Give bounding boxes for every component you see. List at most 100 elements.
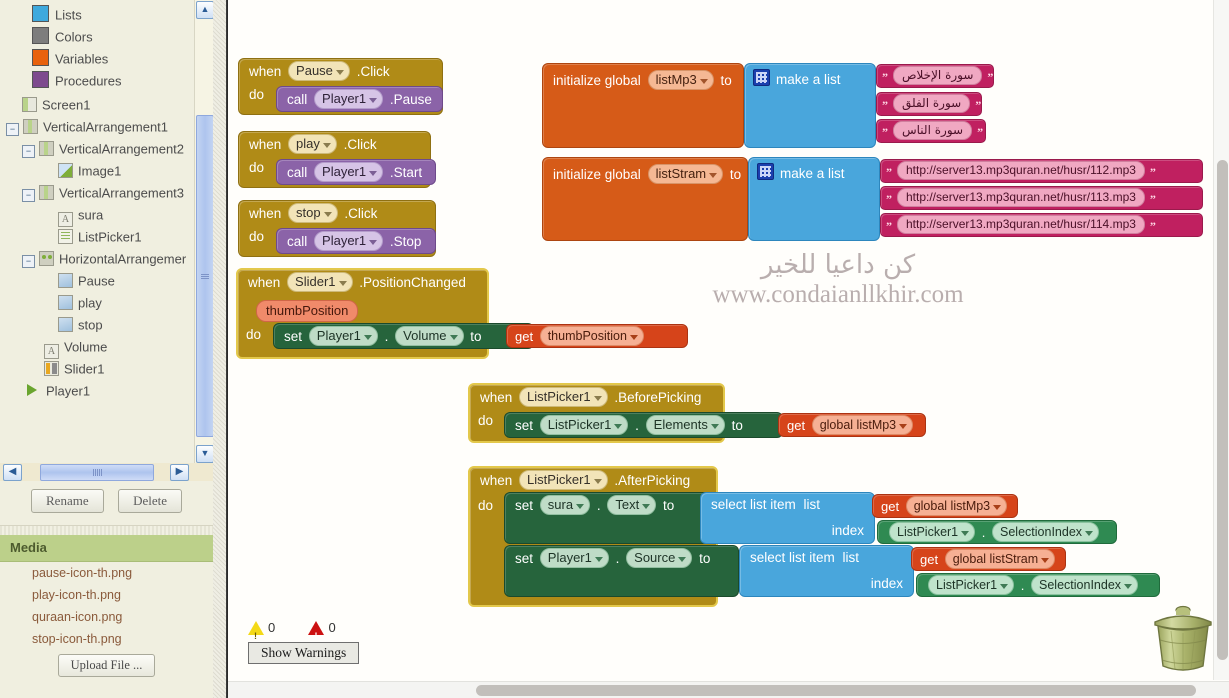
- rename-button[interactable]: Rename: [31, 489, 104, 513]
- component-dropdown[interactable]: Player1: [314, 231, 384, 251]
- media-list-item[interactable]: quraan-icon.png: [0, 606, 213, 628]
- canvas-horizontal-scrollbar[interactable]: [228, 681, 1229, 698]
- component-dropdown[interactable]: ListPicker1: [519, 387, 608, 407]
- block-get-global-listmp3-after[interactable]: get global listMp3: [872, 494, 1018, 518]
- property-dropdown[interactable]: SelectionIndex: [1031, 575, 1139, 595]
- variable-name-field[interactable]: listStram: [647, 164, 724, 184]
- scrollbar-thumb[interactable]: [476, 685, 1196, 696]
- scrollbar-thumb[interactable]: [1217, 160, 1228, 660]
- variable-dropdown[interactable]: global listMp3: [811, 415, 914, 435]
- show-warnings-button[interactable]: Show Warnings: [248, 642, 360, 664]
- block-text-url-2[interactable]: ” http://server13.mp3quran.net/husr/113.m…: [880, 186, 1203, 210]
- block-initialize-global-listmp3[interactable]: initialize global listMp3 to: [542, 63, 744, 148]
- tree-vertical-scrollbar[interactable]: ▲ ▼: [194, 0, 213, 463]
- scrollbar-thumb[interactable]: [40, 464, 154, 481]
- mutator-icon[interactable]: [757, 163, 774, 180]
- tree-item-slider1[interactable]: Slider1: [0, 358, 213, 380]
- delete-button[interactable]: Delete: [118, 489, 182, 513]
- text-value[interactable]: http://server13.mp3quran.net/husr/113.mp…: [897, 188, 1145, 207]
- block-set-listpicker1-elements[interactable]: set ListPicker1 . Elements to: [504, 412, 783, 438]
- variable-dropdown[interactable]: global listMp3: [905, 496, 1008, 516]
- block-text-sura-3[interactable]: ” سورة الناس ”: [876, 119, 986, 143]
- block-text-url-1[interactable]: ” http://server13.mp3quran.net/husr/112.m…: [880, 159, 1203, 183]
- expand-toggle-icon[interactable]: −: [22, 145, 35, 158]
- text-value[interactable]: سورة الإخلاص: [893, 66, 983, 85]
- block-call-player1-stop[interactable]: call Player1 .Stop: [276, 228, 436, 254]
- block-initialize-global-liststram[interactable]: initialize global listStram to: [542, 157, 748, 241]
- block-make-a-list-stram[interactable]: make a list: [748, 157, 880, 241]
- component-dropdown[interactable]: Player1: [314, 162, 384, 182]
- tree-item-listpicker1[interactable]: ListPicker1: [0, 226, 213, 248]
- block-text-url-3[interactable]: ” http://server13.mp3quran.net/husr/114.m…: [880, 213, 1203, 237]
- block-text-sura-1[interactable]: ” سورة الإخلاص ”: [876, 64, 994, 88]
- upload-file-button[interactable]: Upload File ...: [57, 654, 156, 677]
- tree-item-horizontalarrangement1[interactable]: − HorizontalArrangemer: [0, 248, 213, 270]
- block-set-player1-volume[interactable]: set Player1 . Volume to: [273, 323, 534, 349]
- tree-item-sura[interactable]: Asura: [0, 204, 213, 227]
- variable-dropdown[interactable]: global listStram: [944, 549, 1056, 569]
- component-dropdown[interactable]: ListPicker1: [519, 470, 608, 490]
- block-select-list-item-2[interactable]: select list item list index: [739, 545, 914, 597]
- block-select-list-item-1[interactable]: select list item list index: [700, 492, 875, 544]
- block-listpicker1-selectionindex-1[interactable]: ListPicker1 . SelectionIndex: [877, 520, 1117, 544]
- media-list-item[interactable]: pause-icon-th.png: [0, 562, 213, 584]
- component-dropdown[interactable]: Slider1: [287, 272, 353, 292]
- panel-splitter[interactable]: [213, 0, 227, 698]
- variable-name-field[interactable]: listMp3: [647, 70, 714, 90]
- property-dropdown[interactable]: Elements: [645, 415, 725, 435]
- tree-item-stop[interactable]: stop: [0, 314, 213, 336]
- expand-toggle-icon[interactable]: −: [6, 123, 19, 136]
- component-dropdown[interactable]: ListPicker1: [928, 575, 1015, 595]
- tree-item-verticalarrangement2[interactable]: − VerticalArrangement2: [0, 138, 213, 160]
- tree-item-pause[interactable]: Pause: [0, 270, 213, 292]
- palette-item-variables[interactable]: Variables: [0, 48, 213, 70]
- tree-item-verticalarrangement1[interactable]: − VerticalArrangement1: [0, 116, 213, 138]
- text-value[interactable]: http://server13.mp3quran.net/husr/114.mp…: [897, 215, 1145, 234]
- block-get-global-liststram-after[interactable]: get global listStram: [911, 547, 1066, 571]
- tree-item-image1[interactable]: Image1: [0, 160, 213, 182]
- mutator-icon[interactable]: [753, 69, 770, 86]
- block-get-global-listmp3-before[interactable]: get global listMp3: [778, 413, 926, 437]
- component-dropdown[interactable]: Player1: [314, 89, 384, 109]
- component-dropdown[interactable]: Player1: [539, 548, 609, 568]
- component-dropdown[interactable]: stop: [288, 203, 338, 223]
- component-dropdown[interactable]: Pause: [288, 61, 350, 81]
- tree-horizontal-scrollbar[interactable]: ◀ ▶: [0, 463, 213, 481]
- canvas-vertical-scrollbar[interactable]: [1213, 0, 1229, 680]
- chevron-up-icon[interactable]: ▲: [196, 1, 213, 19]
- variable-dropdown[interactable]: thumbPosition: [539, 326, 644, 346]
- block-set-player1-source[interactable]: set Player1 . Source to: [504, 545, 739, 597]
- chevron-right-icon[interactable]: ▶: [170, 464, 189, 481]
- property-dropdown[interactable]: Source: [626, 548, 693, 568]
- text-value[interactable]: http://server13.mp3quran.net/husr/112.mp…: [897, 161, 1145, 180]
- block-text-sura-2[interactable]: ” سورة الفلق ”: [876, 92, 982, 116]
- block-listpicker1-selectionindex-2[interactable]: ListPicker1 . SelectionIndex: [916, 573, 1160, 597]
- tree-item-player1[interactable]: Player1: [0, 380, 213, 402]
- scrollbar-thumb[interactable]: [196, 115, 213, 437]
- media-list-item[interactable]: stop-icon-th.png: [0, 628, 213, 650]
- palette-item-lists[interactable]: Lists: [0, 4, 213, 26]
- chevron-down-icon[interactable]: ▼: [196, 445, 213, 463]
- palette-item-procedures[interactable]: Procedures: [0, 70, 213, 92]
- block-make-a-list-mp3[interactable]: make a list: [744, 63, 876, 148]
- property-dropdown[interactable]: SelectionIndex: [992, 522, 1100, 542]
- component-dropdown[interactable]: Player1: [308, 326, 378, 346]
- component-dropdown[interactable]: ListPicker1: [539, 415, 629, 435]
- blocks-canvas[interactable]: كن داعيا للخير www.condaianllkhir.com wh…: [227, 0, 1229, 698]
- text-value[interactable]: سورة الفلق: [893, 94, 971, 113]
- tree-item-screen1[interactable]: Screen1: [0, 94, 213, 116]
- tree-item-verticalarrangement3[interactable]: − VerticalArrangement3: [0, 182, 213, 204]
- chevron-left-icon[interactable]: ◀: [3, 464, 22, 481]
- media-list-item[interactable]: play-icon-th.png: [0, 584, 213, 606]
- tree-item-play[interactable]: play: [0, 292, 213, 314]
- component-dropdown[interactable]: sura: [539, 495, 591, 515]
- component-dropdown[interactable]: ListPicker1: [889, 522, 976, 542]
- event-parameter[interactable]: thumbPosition: [256, 300, 359, 322]
- property-dropdown[interactable]: Text: [607, 495, 657, 515]
- block-call-player1-start[interactable]: call Player1 .Start: [276, 159, 436, 185]
- tree-item-volume[interactable]: A Volume: [0, 336, 213, 359]
- block-call-player1-pause[interactable]: call Player1 .Pause: [276, 86, 443, 112]
- trash-can-icon[interactable]: [1143, 600, 1223, 678]
- text-value[interactable]: سورة الناس: [893, 121, 973, 140]
- component-dropdown[interactable]: play: [288, 134, 337, 154]
